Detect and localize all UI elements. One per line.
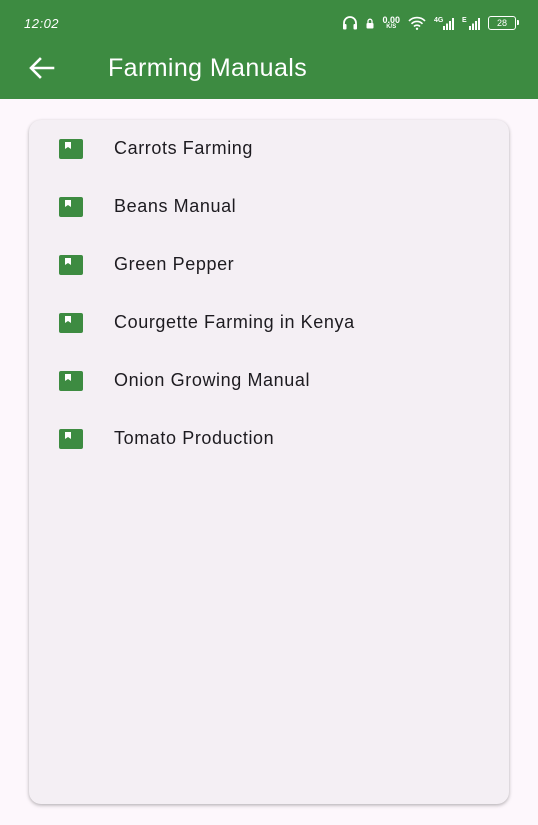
manual-item-label: Carrots Farming <box>114 138 254 158</box>
manual-item-label: Green Pepper <box>114 254 235 274</box>
page-title: Farming Manuals <box>108 54 308 82</box>
manual-item-courgette-farming[interactable]: Courgette Farming in Kenya <box>29 294 509 352</box>
arrow-back-icon <box>29 56 55 84</box>
manual-item-label: Onion Growing Manual <box>114 370 311 390</box>
battery-icon: 28 <box>488 16 519 30</box>
back-button[interactable] <box>24 52 60 88</box>
wifi-icon <box>408 16 426 30</box>
manual-item-onion-growing[interactable]: Onion Growing Manual <box>29 352 509 410</box>
manual-item-label: Beans Manual <box>114 196 237 216</box>
status-time: 12:02 <box>24 16 60 31</box>
book-icon <box>59 197 83 217</box>
signal2-label: E <box>462 17 467 24</box>
manual-item-green-pepper[interactable]: Green Pepper <box>29 236 509 294</box>
app-bar: 12:02 0.00 K/S 4G E 28 Farming Manuals <box>0 0 538 99</box>
book-icon <box>59 371 83 391</box>
manual-item-carrots-farming[interactable]: Carrots Farming <box>29 120 509 178</box>
signal-e-icon: E <box>462 16 480 31</box>
status-bar: 12:02 0.00 K/S 4G E 28 <box>0 0 538 44</box>
status-icons: 0.00 K/S 4G E 28 <box>342 13 519 33</box>
book-icon <box>59 255 83 275</box>
manual-item-tomato-production[interactable]: Tomato Production <box>29 410 509 468</box>
net-speed-unit: K/S <box>386 23 397 30</box>
manual-item-label: Courgette Farming in Kenya <box>114 312 355 332</box>
headphones-icon <box>342 16 358 30</box>
net-speed-icon: 0.00 K/S <box>382 14 400 31</box>
manual-item-label: Tomato Production <box>114 428 275 448</box>
battery-level: 28 <box>496 18 507 28</box>
book-icon <box>59 313 83 333</box>
lock-icon <box>366 18 374 29</box>
manual-item-beans-manual[interactable]: Beans Manual <box>29 178 509 236</box>
net-speed-value: 0.00 <box>382 14 400 25</box>
signal-4g-icon: 4G <box>434 16 454 31</box>
book-icon <box>59 139 83 159</box>
screen: 12:02 0.00 K/S 4G E 28 Farming Manuals C… <box>0 0 538 825</box>
signal1-label: 4G <box>434 17 444 24</box>
manuals-card: Carrots Farming Beans Manual Green Peppe… <box>29 120 509 804</box>
book-icon <box>59 429 83 449</box>
